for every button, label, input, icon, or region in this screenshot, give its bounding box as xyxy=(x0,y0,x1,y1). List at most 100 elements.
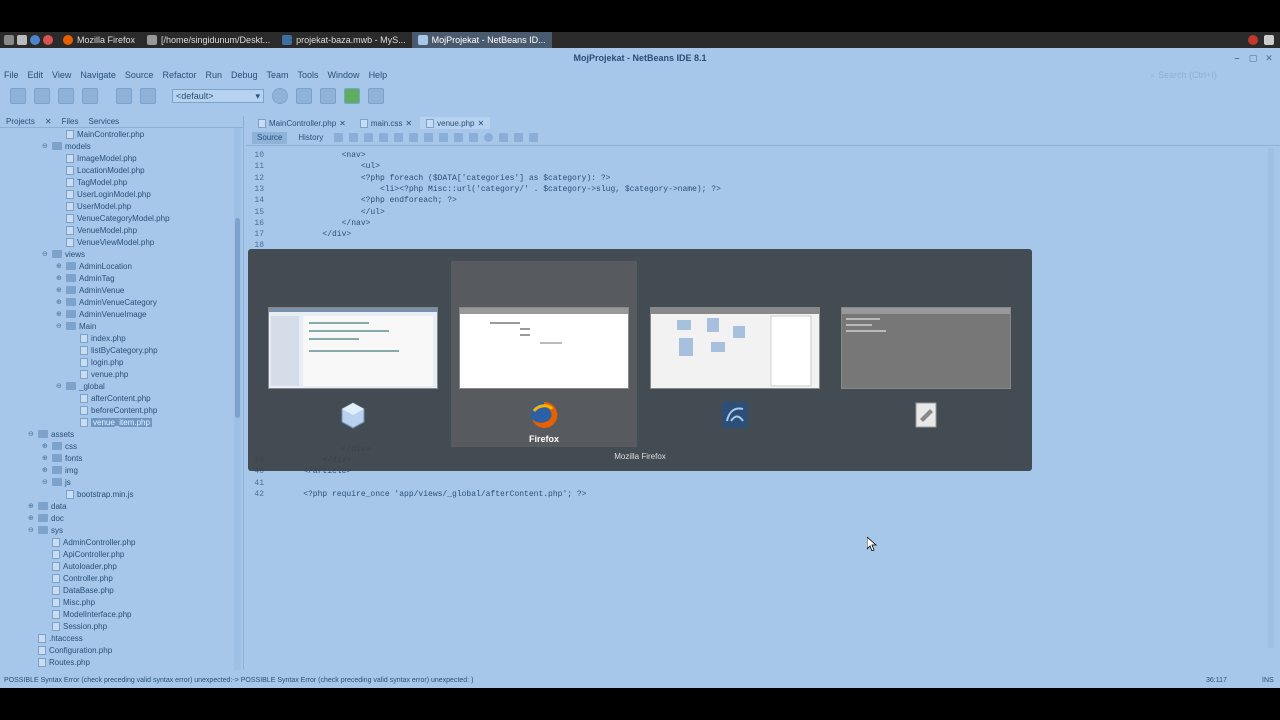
find-next-icon[interactable] xyxy=(409,133,419,142)
new-project-icon[interactable] xyxy=(34,88,50,104)
last-edit-icon[interactable] xyxy=(334,133,344,142)
tree-file[interactable]: afterContent.php xyxy=(70,392,151,404)
tree-folder[interactable]: ⊕ AdminVenue xyxy=(56,284,124,296)
tree-folder[interactable]: ⊖ assets xyxy=(28,428,74,440)
tree-file[interactable]: Session.php xyxy=(42,620,107,632)
maximize-icon[interactable]: ▢ xyxy=(1248,53,1258,63)
expand-icon[interactable]: ⊕ xyxy=(42,454,49,462)
menu-edit[interactable]: Edit xyxy=(28,70,44,80)
switcher-window-firefox[interactable]: Firefox xyxy=(451,261,637,447)
menu-refactor[interactable]: Refactor xyxy=(162,70,196,80)
collapse-icon[interactable]: ⊖ xyxy=(56,382,63,390)
tree-folder[interactable]: ⊖ _global xyxy=(56,380,105,392)
collapse-icon[interactable]: ⊖ xyxy=(42,142,49,150)
tree-file[interactable]: UserModel.php xyxy=(56,200,131,212)
editor-scrollbar[interactable] xyxy=(1268,148,1274,648)
toggle-bookmark-icon[interactable] xyxy=(439,133,449,142)
expand-icon[interactable]: ⊕ xyxy=(56,310,63,318)
folder-icon[interactable] xyxy=(17,35,27,45)
expand-icon[interactable]: ⊕ xyxy=(42,442,49,450)
chrome-icon[interactable] xyxy=(43,35,53,45)
tree-folder[interactable]: ⊕ img xyxy=(42,464,78,476)
tree-file[interactable]: Routes.php xyxy=(28,656,90,668)
editor-tab[interactable]: main.css ✕ xyxy=(354,117,418,129)
expand-icon[interactable]: ⊕ xyxy=(56,274,63,282)
tree-file[interactable]: AdminController.php xyxy=(42,536,135,548)
browser-select-icon[interactable] xyxy=(272,88,288,104)
tree-file[interactable]: venue_item.php xyxy=(70,416,152,428)
stop-macro-icon[interactable] xyxy=(499,133,509,142)
taskbar-window-file-manager[interactable]: [/home/singidunum/Deskt... xyxy=(141,32,276,48)
collapse-icon[interactable]: ⊖ xyxy=(42,250,49,258)
debug-icon[interactable] xyxy=(368,88,384,104)
tree-folder[interactable]: ⊖ sys xyxy=(28,524,63,536)
quick-search[interactable]: ⌕ Search (Ctrl+I) xyxy=(1150,69,1260,81)
expand-icon[interactable]: ⊕ xyxy=(56,298,63,306)
tree-folder[interactable]: ⊕ AdminVenueImage xyxy=(56,308,147,320)
close-icon[interactable]: ✕ xyxy=(339,119,346,128)
save-all-icon[interactable] xyxy=(82,88,98,104)
network-icon[interactable] xyxy=(1264,35,1274,45)
expand-icon[interactable]: ⊕ xyxy=(56,262,63,270)
collapse-icon[interactable]: ⊖ xyxy=(42,478,49,486)
tree-file[interactable]: bootstrap.min.js xyxy=(56,488,133,500)
browser-icon[interactable] xyxy=(30,35,40,45)
tree-file[interactable]: MainController.php xyxy=(56,128,144,140)
taskbar-window-firefox[interactable]: Mozilla Firefox xyxy=(57,32,141,48)
tab-source[interactable]: Source xyxy=(252,131,288,144)
expand-icon[interactable]: ⊕ xyxy=(28,502,35,510)
tree-file[interactable]: TagModel.php xyxy=(56,176,127,188)
tree-file[interactable]: venue.php xyxy=(70,368,128,380)
switcher-window-mysql-workbench[interactable] xyxy=(642,261,828,447)
tab-services[interactable]: Services xyxy=(89,117,120,126)
comment-icon[interactable] xyxy=(514,133,524,142)
menu-help[interactable]: Help xyxy=(369,70,388,80)
undo-icon[interactable] xyxy=(116,88,132,104)
tree-file[interactable]: UserLoginModel.php xyxy=(56,188,151,200)
tree-folder[interactable]: ⊕ AdminTag xyxy=(56,272,115,284)
menu-view[interactable]: View xyxy=(52,70,71,80)
tree-folder[interactable]: ⊕ css xyxy=(42,440,77,452)
tree-file[interactable]: DataBase.php xyxy=(42,584,114,596)
tree-file[interactable]: Configuration.php xyxy=(28,644,112,656)
tree-file[interactable]: Misc.php xyxy=(42,596,95,608)
tree-file[interactable]: index.php xyxy=(70,332,126,344)
tree-scrollbar[interactable] xyxy=(234,128,241,670)
new-file-icon[interactable] xyxy=(10,88,26,104)
configuration-select[interactable]: <default> ▾ xyxy=(172,89,264,103)
tree-file[interactable]: ApiController.php xyxy=(42,548,124,560)
menu-navigate[interactable]: Navigate xyxy=(80,70,116,80)
collapse-icon[interactable]: ⊖ xyxy=(28,526,35,534)
expand-icon[interactable]: ⊕ xyxy=(42,466,49,474)
run-icon[interactable] xyxy=(344,88,360,104)
taskbar-window-netbeans[interactable]: MojProjekat - NetBeans ID... xyxy=(411,32,552,48)
shift-left-icon[interactable] xyxy=(454,133,464,142)
tree-file[interactable]: Autoloader.php xyxy=(42,560,117,572)
menu-window[interactable]: Window xyxy=(328,70,360,80)
tree-folder[interactable]: ⊖ views xyxy=(42,248,85,260)
tree-file[interactable]: VenueCategoryModel.php xyxy=(56,212,170,224)
menu-team[interactable]: Team xyxy=(267,70,289,80)
update-icon[interactable] xyxy=(1248,35,1258,45)
tree-folder[interactable]: ⊕ doc xyxy=(28,512,64,524)
tree-file[interactable]: ModelInterface.php xyxy=(42,608,132,620)
forward-icon[interactable] xyxy=(364,133,374,142)
menu-file[interactable]: File xyxy=(4,70,19,80)
editor-tab[interactable]: venue.php ✕ xyxy=(420,117,491,129)
tree-folder[interactable]: ⊕ fonts xyxy=(42,452,82,464)
expand-icon[interactable]: ⊕ xyxy=(28,514,35,522)
tree-file[interactable]: ImageModel.php xyxy=(56,152,137,164)
switcher-window-netbeans[interactable] xyxy=(260,261,446,447)
taskbar-window-mysql[interactable]: projekat-baza.mwb - MyS... xyxy=(276,32,412,48)
collapse-icon[interactable]: ⊖ xyxy=(28,430,35,438)
close-icon[interactable]: ✕ xyxy=(1264,53,1274,63)
clean-build-icon[interactable] xyxy=(320,88,336,104)
close-icon[interactable]: ✕ xyxy=(478,119,485,128)
find-icon[interactable] xyxy=(379,133,389,142)
tree-folder[interactable]: ⊖ Main xyxy=(56,320,96,332)
menu-debug[interactable]: Debug xyxy=(231,70,258,80)
menu-icon[interactable] xyxy=(4,35,14,45)
tree-file[interactable]: listByCategory.php xyxy=(70,344,158,356)
uncomment-icon[interactable] xyxy=(529,133,539,142)
tree-folder[interactable]: ⊕ AdminVenueCategory xyxy=(56,296,157,308)
